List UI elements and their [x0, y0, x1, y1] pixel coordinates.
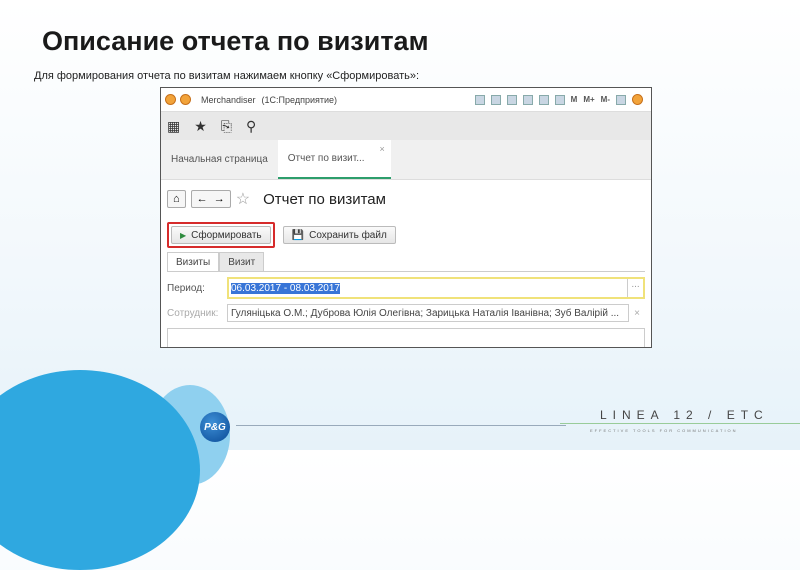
platform-name: (1С:Предприятие) [261, 94, 337, 105]
save-label: Сохранить файл [309, 229, 387, 241]
favorites-icon[interactable] [506, 94, 517, 105]
back-forward-buttons[interactable]: ← → [190, 190, 231, 208]
floppy-icon: 💾 [291, 229, 305, 241]
pg-logo: P&G [200, 412, 230, 442]
employee-label: Сотрудник: [167, 307, 219, 319]
tab-label: Отчет по визит... [287, 153, 365, 164]
app-name: Merchandiser [201, 94, 256, 105]
section-toolbar: ▦ ★ ⎘ ⚲ [161, 112, 651, 140]
tab-label: Начальная страница [171, 154, 268, 165]
memory-m-button[interactable]: M [571, 95, 578, 104]
link-icon[interactable] [522, 94, 533, 105]
history-icon[interactable]: ⎘ [221, 118, 232, 135]
generate-label: Сформировать [191, 229, 262, 241]
open-tabs: Начальная страница Отчет по визит... × [161, 140, 651, 180]
app-window: Merchandiser (1С:Предприятие) M M+ M- ▦ … [160, 87, 652, 348]
calculator-icon[interactable] [538, 94, 549, 105]
apps-grid-icon[interactable]: ▦ [167, 118, 180, 135]
favorite-star-icon[interactable]: ☆ [236, 189, 250, 209]
title-bar: Merchandiser (1С:Предприятие) M M+ M- [161, 88, 651, 112]
home-button[interactable]: ⌂ [167, 190, 186, 208]
employee-input[interactable]: Гуляніцька О.М.; Дуброва Юлія Олегівна; … [227, 304, 629, 322]
employee-clear-icon[interactable]: × [629, 308, 645, 319]
period-input[interactable]: 06.03.2017 - 08.03.2017... [227, 277, 645, 299]
calendar-icon[interactable] [554, 94, 565, 105]
slide-title: Описание отчета по визитам [42, 26, 429, 56]
divider [236, 425, 566, 426]
save-file-button[interactable]: 💾 Сохранить файл [282, 226, 396, 244]
panel-icon[interactable] [616, 94, 626, 105]
linea-logo: LINEA 12 / ETC [600, 408, 769, 422]
highlight-box: ▶ Сформировать [167, 222, 275, 248]
menu-icon[interactable] [180, 94, 191, 105]
divider [560, 423, 800, 424]
slide-subtitle: Для формирования отчета по визитам нажим… [34, 70, 420, 82]
period-value: 06.03.2017 - 08.03.2017 [231, 282, 340, 294]
save-icon[interactable] [474, 94, 485, 105]
memory-plus-button[interactable]: M+ [583, 95, 594, 104]
tab-visit[interactable]: Визит [219, 252, 265, 271]
report-title: Отчет по визитам [263, 190, 386, 208]
print-icon[interactable] [490, 94, 501, 105]
tab-home[interactable]: Начальная страница [161, 140, 278, 179]
search-icon[interactable]: ⚲ [246, 118, 256, 135]
tab-report[interactable]: Отчет по визит... × [277, 140, 391, 179]
app-logo-icon [165, 94, 176, 105]
play-icon: ▶ [180, 230, 187, 240]
employee-value: Гуляніцька О.М.; Дуброва Юлія Олегівна; … [231, 307, 620, 319]
period-select-button[interactable]: ... [627, 279, 643, 297]
memory-minus-button[interactable]: M- [601, 95, 610, 104]
star-icon[interactable]: ★ [194, 118, 207, 135]
period-label: Период: [167, 282, 205, 294]
generate-button[interactable]: ▶ Сформировать [171, 226, 271, 244]
close-icon[interactable]: × [380, 144, 385, 154]
report-area [167, 328, 645, 347]
tab-visits[interactable]: Визиты [167, 252, 220, 271]
info-icon[interactable] [632, 94, 643, 105]
tagline: EFFECTIVE TOOLS FOR COMMUNICATION [590, 428, 738, 433]
